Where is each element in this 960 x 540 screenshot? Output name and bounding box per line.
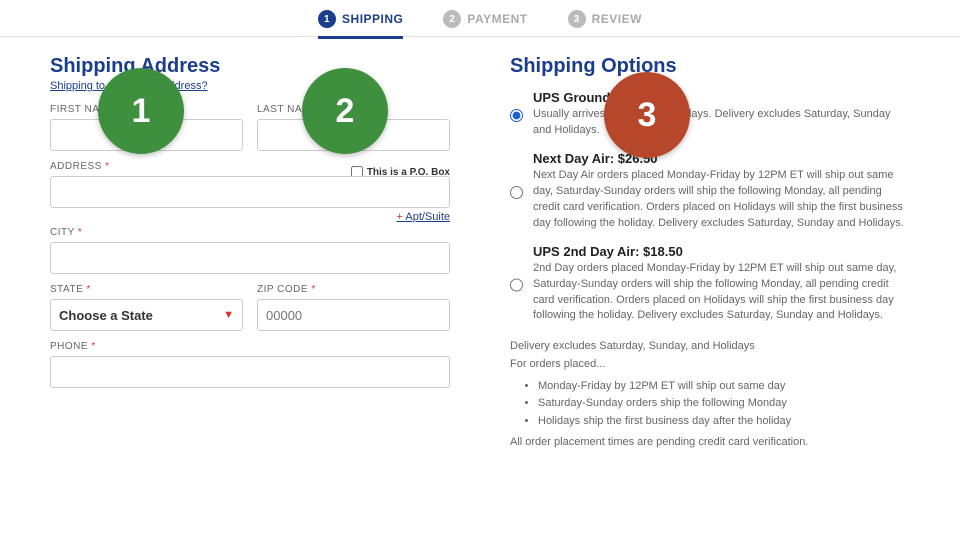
- shipping-option-ground[interactable]: UPS Ground Usually arrives in 5-7 busine…: [510, 90, 910, 139]
- city-label: CITY *: [50, 227, 450, 238]
- zip-input[interactable]: [257, 299, 450, 331]
- step-label: REVIEW: [592, 12, 642, 26]
- address-heading: Shipping Address: [50, 55, 450, 78]
- step-label: SHIPPING: [342, 12, 403, 26]
- shipping-notes: Delivery excludes Saturday, Sunday, and …: [510, 338, 910, 452]
- annotation-badge-3: 3: [604, 72, 690, 158]
- option-title: Next Day Air: $26.50: [533, 151, 910, 166]
- option-desc: Usually arrives in 5-7 business days. De…: [533, 107, 910, 139]
- state-selected-value: Choose a State: [59, 308, 153, 323]
- step-shipping[interactable]: 1 SHIPPING: [318, 10, 403, 39]
- note-bullet: Monday-Friday by 12PM ET will ship out s…: [538, 378, 910, 396]
- step-num-icon: 3: [568, 10, 586, 28]
- note-pending: All order placement times are pending cr…: [510, 434, 910, 452]
- note-bullet: Saturday-Sunday orders ship the followin…: [538, 395, 910, 413]
- options-heading: Shipping Options: [510, 55, 910, 78]
- city-input[interactable]: [50, 242, 450, 274]
- step-label: PAYMENT: [467, 12, 527, 26]
- step-num-icon: 1: [318, 10, 336, 28]
- note-bullet: Holidays ship the first business day aft…: [538, 413, 910, 431]
- address-label: ADDRESS *: [50, 161, 110, 172]
- phone-label: PHONE *: [50, 341, 450, 352]
- ground-radio[interactable]: [510, 92, 523, 139]
- option-title: UPS Ground: [533, 90, 910, 105]
- zip-label: ZIP CODE *: [257, 284, 450, 295]
- plus-icon: +: [396, 211, 402, 223]
- note-placed-intro: For orders placed...: [510, 356, 910, 374]
- checkout-stepper: 1 SHIPPING 2 PAYMENT 3 REVIEW: [0, 0, 960, 37]
- state-select[interactable]: Choose a State ▼: [50, 299, 243, 331]
- step-payment[interactable]: 2 PAYMENT: [443, 10, 527, 28]
- annotation-badge-2: 2: [302, 68, 388, 154]
- option-desc: 2nd Day orders placed Monday-Friday by 1…: [533, 261, 910, 325]
- secondday-radio[interactable]: [510, 246, 523, 325]
- address-input[interactable]: [50, 176, 450, 208]
- step-num-icon: 2: [443, 10, 461, 28]
- phone-input[interactable]: [50, 356, 450, 388]
- nextday-radio[interactable]: [510, 153, 523, 232]
- step-review[interactable]: 3 REVIEW: [568, 10, 642, 28]
- shipping-options-panel: Shipping Options UPS Ground Usually arri…: [510, 55, 910, 452]
- annotation-badge-1: 1: [98, 68, 184, 154]
- option-desc: Next Day Air orders placed Monday-Friday…: [533, 168, 910, 232]
- option-title: UPS 2nd Day Air: $18.50: [533, 244, 910, 259]
- chevron-down-icon: ▼: [223, 309, 234, 321]
- apt-suite-link[interactable]: + Apt/Suite: [50, 211, 450, 223]
- shipping-option-2ndday[interactable]: UPS 2nd Day Air: $18.50 2nd Day orders p…: [510, 244, 910, 325]
- note-exclude: Delivery excludes Saturday, Sunday, and …: [510, 338, 910, 356]
- shipping-option-nextday[interactable]: Next Day Air: $26.50 Next Day Air orders…: [510, 151, 910, 232]
- state-label: STATE *: [50, 284, 243, 295]
